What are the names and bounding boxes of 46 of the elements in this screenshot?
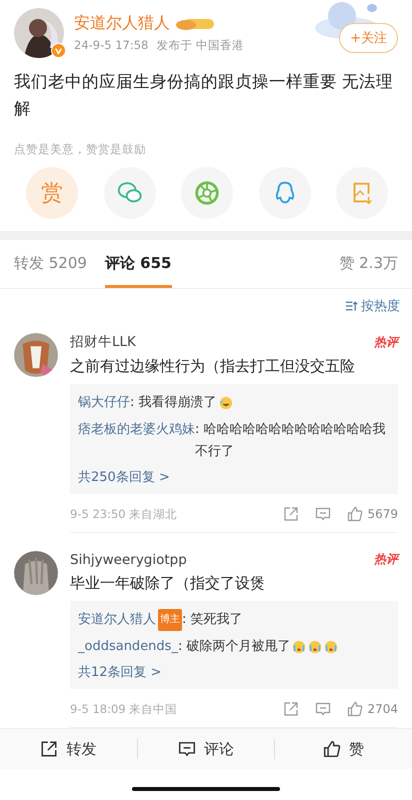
tab[interactable]: 评论 655: [104, 240, 172, 288]
post-text: 我们老中的应届生身份搞的跟贞操一样重要 无法理解: [14, 71, 394, 120]
likes-tab[interactable]: 赞 2.3万: [339, 240, 398, 288]
comment-button[interactable]: 评论: [138, 738, 274, 760]
reply-text: : 破除两个月被甩了: [178, 638, 290, 656]
share-icon[interactable]: [283, 701, 300, 718]
follow-button[interactable]: +关注: [339, 23, 398, 53]
reply-author[interactable]: 锅大仔仔: [78, 392, 130, 414]
post-time: 24-9-5 17:58: [74, 38, 148, 53]
share-icon: [40, 740, 58, 758]
more-replies-link[interactable]: 共250条回复 >: [78, 468, 390, 486]
more-replies-link[interactable]: 共12条回复 >: [78, 663, 390, 682]
like-button[interactable]: 5679: [347, 506, 398, 522]
commenter-name[interactable]: Sihjyweerygiotpp: [70, 552, 187, 568]
reply-author[interactable]: _oddsandends_: [78, 636, 178, 658]
like-button[interactable]: 2704: [347, 701, 398, 718]
like-button[interactable]: 赞: [275, 738, 412, 760]
reply-author[interactable]: 痞老板的老婆火鸡妹: [78, 419, 195, 442]
reply-text: : 笑死我了: [182, 611, 243, 630]
comment-icon[interactable]: [315, 701, 332, 718]
aperture-icon: [193, 179, 221, 207]
thumbs-up-icon: [347, 506, 364, 522]
reply-text: : 我看得崩溃了: [130, 394, 217, 412]
comment-meta: 9-5 23:50 来自湖北: [70, 506, 178, 522]
reply-author[interactable]: 安道尔人猎人: [78, 609, 156, 632]
tab[interactable]: 转发 5209: [14, 240, 87, 288]
commenter-name[interactable]: 招财牛LLK: [70, 333, 136, 352]
reward-hint: 点赞是美意，赞赏是鼓励: [14, 142, 147, 157]
comment-meta: 9-5 18:09 来自中国: [70, 702, 178, 717]
hot-comment-label: 热评: [374, 551, 398, 568]
author-tag: 博主: [158, 609, 182, 632]
thumbs-up-icon: [347, 701, 364, 718]
sort-icon: [345, 300, 358, 312]
comment-icon[interactable]: [315, 506, 332, 522]
reply-text: : 哈哈哈哈哈哈哈哈哈哈哈哈哈我不行了: [195, 421, 387, 462]
share-icon[interactable]: [283, 506, 300, 522]
author-name[interactable]: 安道尔人猎人: [74, 13, 170, 34]
sort-button[interactable]: 按热度: [345, 297, 400, 316]
comment-text: 之前有过边缘性行为（指去打工但没交五险: [70, 357, 356, 376]
thumbs-up-icon: [323, 740, 342, 758]
fan-badge-icon: [174, 16, 214, 30]
post-location: 发布于 中国香港: [156, 38, 244, 53]
repost-button[interactable]: 转发: [0, 738, 137, 760]
comment-text: 毕业一年破除了（指交了设煲: [70, 574, 266, 594]
comment-icon: [178, 740, 196, 758]
hot-comment-label: 热评: [374, 334, 398, 351]
